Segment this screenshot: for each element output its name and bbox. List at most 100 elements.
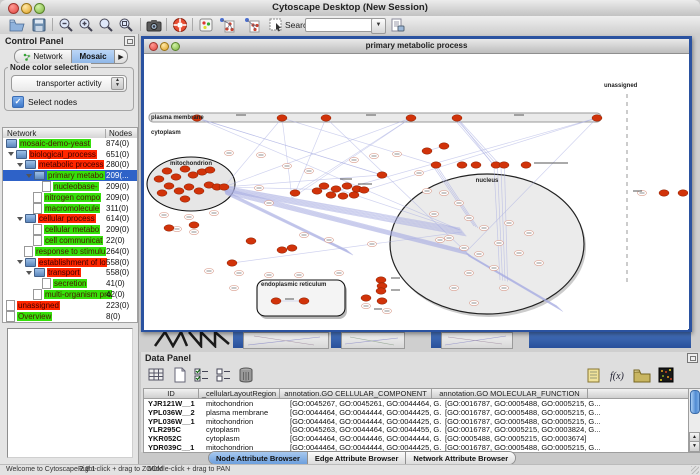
column-header[interactable]: ID: [144, 389, 199, 399]
network-node[interactable]: [377, 298, 387, 304]
network-node[interactable]: [157, 190, 167, 196]
select-attributes-icon[interactable]: [193, 366, 211, 384]
attribute-grid-icon[interactable]: [147, 366, 165, 384]
zoom-out-icon[interactable]: [58, 17, 74, 33]
network-node[interactable]: [180, 196, 190, 202]
network-node[interactable]: [331, 186, 341, 192]
network-node[interactable]: [171, 174, 181, 180]
search-dropdown-arrow-icon[interactable]: ▼: [371, 18, 386, 34]
network-node[interactable]: [219, 184, 229, 190]
network-node[interactable]: [678, 190, 688, 196]
expander-triangle-icon[interactable]: [17, 217, 23, 221]
network-node[interactable]: [521, 162, 531, 168]
zoom-in-icon[interactable]: [78, 17, 94, 33]
tree-row[interactable]: cellular metabo209(0): [3, 224, 137, 235]
node-color-dropdown[interactable]: transporter activity ▲▼: [11, 75, 127, 92]
table-cell[interactable]: [GO:0044464, GO:0044446, GO:0044444, G..…: [286, 434, 441, 443]
notes-icon[interactable]: [585, 366, 603, 384]
network-edge[interactable]: [457, 120, 496, 164]
table-cell[interactable]: [GO:0016787, GO:0005215, GO:0003824, G..…: [441, 425, 600, 434]
table-cell[interactable]: [GO:0044464, GO:0044444, GO:0044425, G..…: [286, 417, 441, 426]
network-node[interactable]: [321, 115, 331, 121]
network-node[interactable]: [376, 288, 386, 294]
snapshot-camera-icon[interactable]: [146, 17, 162, 33]
network-node[interactable]: [164, 183, 174, 189]
table-cell[interactable]: cytoplasm: [202, 434, 286, 443]
tree-row[interactable]: transport558(0): [3, 268, 137, 279]
network-node[interactable]: [277, 247, 287, 253]
table-cell[interactable]: mitochondrion: [202, 399, 286, 408]
tree-row[interactable]: multi-organism pro42(0): [3, 289, 137, 300]
network-node[interactable]: [338, 193, 348, 199]
scroll-down-icon[interactable]: ▼: [689, 441, 700, 452]
tree-row[interactable]: biological_process651(0): [3, 149, 137, 160]
search-input[interactable]: [305, 18, 375, 32]
new-attribute-icon[interactable]: [171, 366, 189, 384]
tree-row[interactable]: establishment of lo558(0): [3, 257, 137, 268]
column-header[interactable]: _cellularLayoutRegion: [199, 389, 280, 399]
table-row[interactable]: YJR121W__1mitochondrion[GO:0045267, GO:0…: [144, 399, 689, 408]
tree-row[interactable]: mosaic-demo-yeast874(0): [3, 138, 137, 149]
network-node[interactable]: [377, 172, 387, 178]
select-mode-icon[interactable]: [268, 17, 284, 33]
network-node[interactable]: [205, 167, 215, 173]
expander-triangle-icon[interactable]: [17, 260, 23, 264]
network-node[interactable]: [184, 184, 194, 190]
table-row[interactable]: YLR295Ccytoplasm[GO:0045263, GO:0044464,…: [144, 425, 689, 434]
network-node[interactable]: [189, 222, 199, 228]
save-icon[interactable]: [31, 17, 47, 33]
select-nodes-checkbox[interactable]: ✓: [12, 96, 24, 108]
layout-icon-1[interactable]: [219, 17, 235, 33]
table-cell[interactable]: YPL036W__1: [144, 417, 202, 426]
network-node[interactable]: [174, 188, 184, 194]
network-node[interactable]: [287, 245, 297, 251]
unselect-attributes-icon[interactable]: [215, 366, 233, 384]
network-edge[interactable]: [457, 118, 494, 166]
table-cell[interactable]: YJR121W__1: [144, 399, 202, 408]
plasma-membrane-region[interactable]: [149, 113, 601, 122]
network-node[interactable]: [457, 162, 467, 168]
expander-triangle-icon[interactable]: [17, 163, 23, 167]
background-window-thumbnail[interactable]: [243, 332, 329, 349]
network-node[interactable]: [299, 298, 309, 304]
matrix-icon[interactable]: [657, 366, 675, 384]
network-node[interactable]: [499, 162, 509, 168]
network-node[interactable]: [312, 188, 322, 194]
tree-row[interactable]: response to stimulu264(0): [3, 246, 137, 257]
float-panel-icon[interactable]: [124, 36, 135, 46]
network-node[interactable]: [154, 176, 164, 182]
tree-row[interactable]: macromolecule311(0): [3, 203, 137, 214]
network-node[interactable]: [659, 190, 669, 196]
expander-triangle-icon[interactable]: [26, 174, 32, 178]
delete-attribute-icon[interactable]: [237, 366, 255, 384]
network-node[interactable]: [246, 238, 256, 244]
network-edge[interactable]: [295, 118, 326, 193]
table-cell[interactable]: YKR052C: [144, 434, 202, 443]
background-window-frame[interactable]: [431, 330, 441, 348]
network-node[interactable]: [319, 183, 329, 189]
network-node[interactable]: [439, 143, 449, 149]
tab-network-attribute-browser[interactable]: Network Attribute Browser: [406, 452, 515, 464]
tab-network[interactable]: Network: [15, 50, 72, 63]
network-node[interactable]: [227, 260, 237, 266]
table-row[interactable]: YPL036W__2plasma membrane[GO:0044464, GO…: [144, 408, 689, 417]
network-node[interactable]: [406, 115, 416, 121]
network-node[interactable]: [349, 192, 359, 198]
table-cell[interactable]: [GO:0016787, GO:0005488, GO:0005215, G..…: [441, 408, 600, 417]
open-icon[interactable]: [9, 17, 25, 33]
table-cell[interactable]: YLR295C: [144, 425, 202, 434]
tree-row[interactable]: metabolic process280(0): [3, 160, 137, 171]
network-node[interactable]: [452, 115, 462, 121]
resize-grip[interactable]: [691, 466, 699, 474]
network-node[interactable]: [290, 190, 300, 196]
import-attributes-icon[interactable]: [633, 366, 651, 384]
annotation-import-icon[interactable]: [389, 17, 405, 33]
table-cell[interactable]: YPL036W__2: [144, 408, 202, 417]
nucleus-region[interactable]: [390, 174, 584, 314]
expander-triangle-icon[interactable]: [26, 271, 32, 275]
network-node[interactable]: [342, 183, 352, 189]
layout-icon-2[interactable]: [244, 17, 260, 33]
table-cell[interactable]: [GO:0016787, GO:0005488, GO:0005215, G..…: [441, 399, 600, 408]
network-node[interactable]: [431, 162, 441, 168]
tree-row[interactable]: unassigned223(0): [3, 300, 137, 311]
